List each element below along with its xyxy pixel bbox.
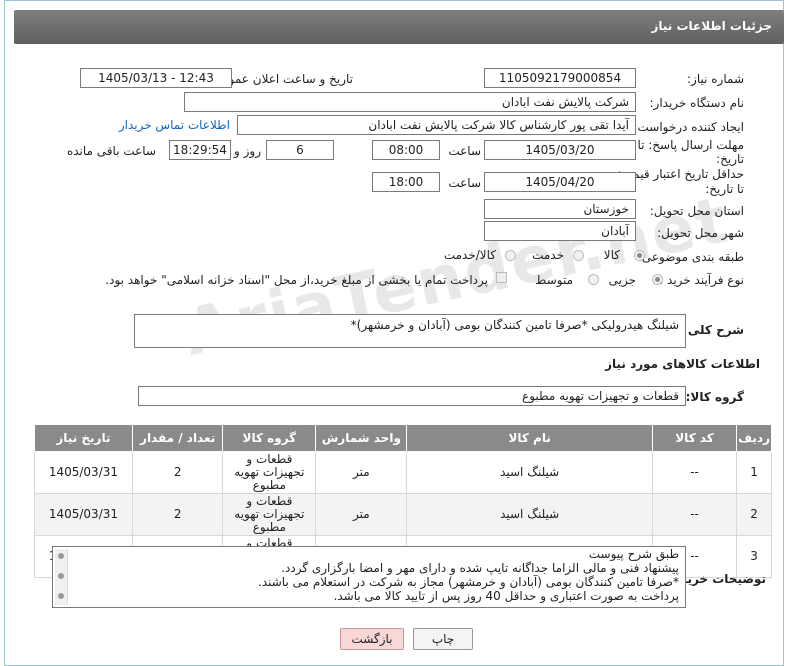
table-row: 2 -- شیلنگ اسید متر قطعات و تجهیزات تهوی… bbox=[34, 493, 772, 536]
creator-label: ایجاد کننده درخواست: bbox=[633, 120, 744, 134]
price-time-label: ساعت bbox=[448, 176, 481, 190]
col-item-name: نام کالا bbox=[406, 424, 653, 452]
table-header-row: ردیف کد کالا نام کالا واحد شمارش گروه کا… bbox=[34, 424, 772, 452]
process-option-minor: جزیی bbox=[608, 273, 636, 287]
col-row-number: ردیف bbox=[736, 424, 772, 452]
back-button[interactable]: بازگشت bbox=[340, 628, 404, 650]
category-radio-service[interactable] bbox=[573, 250, 584, 261]
cell-item-name: شیلنگ اسید bbox=[406, 493, 653, 536]
need-number-label: شماره نیاز: bbox=[687, 72, 744, 86]
table-row: 1 -- شیلنگ اسید متر قطعات و تجهیزات تهوی… bbox=[34, 451, 772, 494]
buyer-notes-line: پرداخت به صورت اعتباری و حداقل 40 روز پس… bbox=[333, 589, 679, 603]
goods-group-label: گروه کالا: bbox=[685, 390, 744, 404]
cell-quantity: 2 bbox=[131, 451, 224, 494]
scroll-up-icon[interactable] bbox=[58, 553, 64, 559]
cell-row-number: 1 bbox=[736, 451, 772, 494]
buyer-notes-textarea[interactable]: طبق شرح پیوست پیشنهاد فنی و مالی الزاما … bbox=[52, 546, 686, 608]
buyer-notes-line: *صرفا تامین کنندگان بومی (آبادان و خرمشه… bbox=[258, 575, 679, 589]
goods-info-title: اطلاعات کالاهای مورد نیاز bbox=[605, 357, 760, 371]
cell-need-date: 1405/03/31 bbox=[34, 493, 133, 536]
price-date-field[interactable]: 1405/04/20 bbox=[484, 172, 636, 192]
cell-unit: متر bbox=[315, 451, 408, 494]
col-need-date: تاریخ نیاز bbox=[34, 424, 133, 452]
print-button[interactable]: چاپ bbox=[413, 628, 473, 650]
price-deadline-label-2: تا تاریخ: bbox=[705, 182, 744, 196]
cell-need-date: 1405/03/31 bbox=[34, 451, 133, 494]
process-option-medium: متوسط bbox=[535, 273, 573, 287]
reply-time-field[interactable]: 08:00 bbox=[372, 140, 440, 160]
reply-deadline-label: مهلت ارسال پاسخ: تا bbox=[637, 138, 744, 152]
process-label: نوع فرآیند خرید : bbox=[659, 273, 744, 287]
notes-scrollbar[interactable] bbox=[55, 549, 68, 605]
page-title: جزئیات اطلاعات نیاز bbox=[651, 19, 772, 33]
buyer-org-field[interactable]: شرکت پالایش نفت ابادان bbox=[184, 92, 636, 112]
buyer-notes-line: طبق شرح پیوست bbox=[588, 547, 679, 561]
need-number-field[interactable]: 1105092179000854 bbox=[484, 68, 636, 88]
reply-deadline-label-2: تاریخ: bbox=[716, 152, 744, 166]
category-option-service: خدمت bbox=[532, 248, 564, 262]
cell-row-number: 2 bbox=[736, 493, 772, 536]
title-bar: جزئیات اطلاعات نیاز bbox=[14, 10, 784, 44]
days-field[interactable]: 6 bbox=[266, 140, 334, 160]
cell-item-code: -- bbox=[651, 493, 738, 536]
category-radio-goods[interactable] bbox=[634, 250, 645, 261]
scroll-thumb-icon[interactable] bbox=[58, 573, 64, 579]
creator-field[interactable]: آیدا تقی پور کارشناس کالا شرکت پالایش نف… bbox=[237, 115, 636, 135]
cell-goods-group: قطعات و تجهیزات تهویه مطبوع bbox=[222, 493, 317, 536]
category-option-goods: کالا bbox=[603, 248, 620, 262]
cell-unit: متر bbox=[315, 493, 408, 536]
category-radio-both[interactable] bbox=[505, 250, 516, 261]
payment-note: پرداخت تمام یا بخشی از مبلغ خرید،از محل … bbox=[105, 273, 488, 287]
days-label: روز و bbox=[234, 144, 261, 158]
reply-time-label: ساعت bbox=[448, 144, 481, 158]
col-unit: واحد شمارش bbox=[315, 424, 408, 452]
cell-quantity: 2 bbox=[131, 493, 224, 536]
category-option-both: کالا/خدمت bbox=[443, 248, 496, 262]
cell-item-code: -- bbox=[651, 451, 738, 494]
scroll-down-icon[interactable] bbox=[58, 593, 64, 599]
buyer-org-label: نام دستگاه خریدار: bbox=[649, 96, 745, 110]
buyer-notes-line: پیشنهاد فنی و مالی الزاما جداگانه تایپ ش… bbox=[281, 561, 679, 575]
treasury-checkbox[interactable] bbox=[496, 272, 507, 283]
process-radio-medium[interactable] bbox=[588, 274, 599, 285]
province-label: استان محل تحویل: bbox=[649, 204, 744, 218]
process-radio-minor[interactable] bbox=[652, 274, 663, 285]
description-textarea[interactable]: شیلنگ هیدرولیکی *صرفا تامین کنندگان بومی… bbox=[134, 314, 686, 348]
remaining-time-field[interactable]: 18:29:54 bbox=[169, 140, 231, 160]
col-goods-group: گروه کالا bbox=[222, 424, 317, 452]
cell-item-name: شیلنگ اسید bbox=[406, 451, 653, 494]
city-label: شهر محل تحویل: bbox=[657, 226, 744, 240]
province-field[interactable]: خوزستان bbox=[484, 199, 636, 219]
price-deadline-label: حداقل تاریخ اعتبار قیمت: bbox=[617, 167, 744, 181]
city-field[interactable]: آبادان bbox=[484, 221, 636, 241]
col-item-code: کد کالا bbox=[651, 424, 738, 452]
goods-group-field[interactable]: قطعات و تجهیزات تهویه مطبوع bbox=[138, 386, 686, 406]
reply-date-field[interactable]: 1405/03/20 bbox=[484, 140, 636, 160]
category-label: طبقه بندی موضوعی: bbox=[637, 250, 744, 264]
price-time-field[interactable]: 18:00 bbox=[372, 172, 440, 192]
remaining-label: ساعت باقی مانده bbox=[66, 144, 156, 158]
col-quantity: تعداد / مقدار bbox=[131, 424, 224, 452]
announce-field[interactable]: 1405/03/13 - 12:43 bbox=[80, 68, 232, 88]
contact-info-link[interactable]: اطلاعات تماس خریدار bbox=[119, 118, 230, 132]
cell-goods-group: قطعات و تجهیزات تهویه مطبوع bbox=[222, 451, 317, 494]
